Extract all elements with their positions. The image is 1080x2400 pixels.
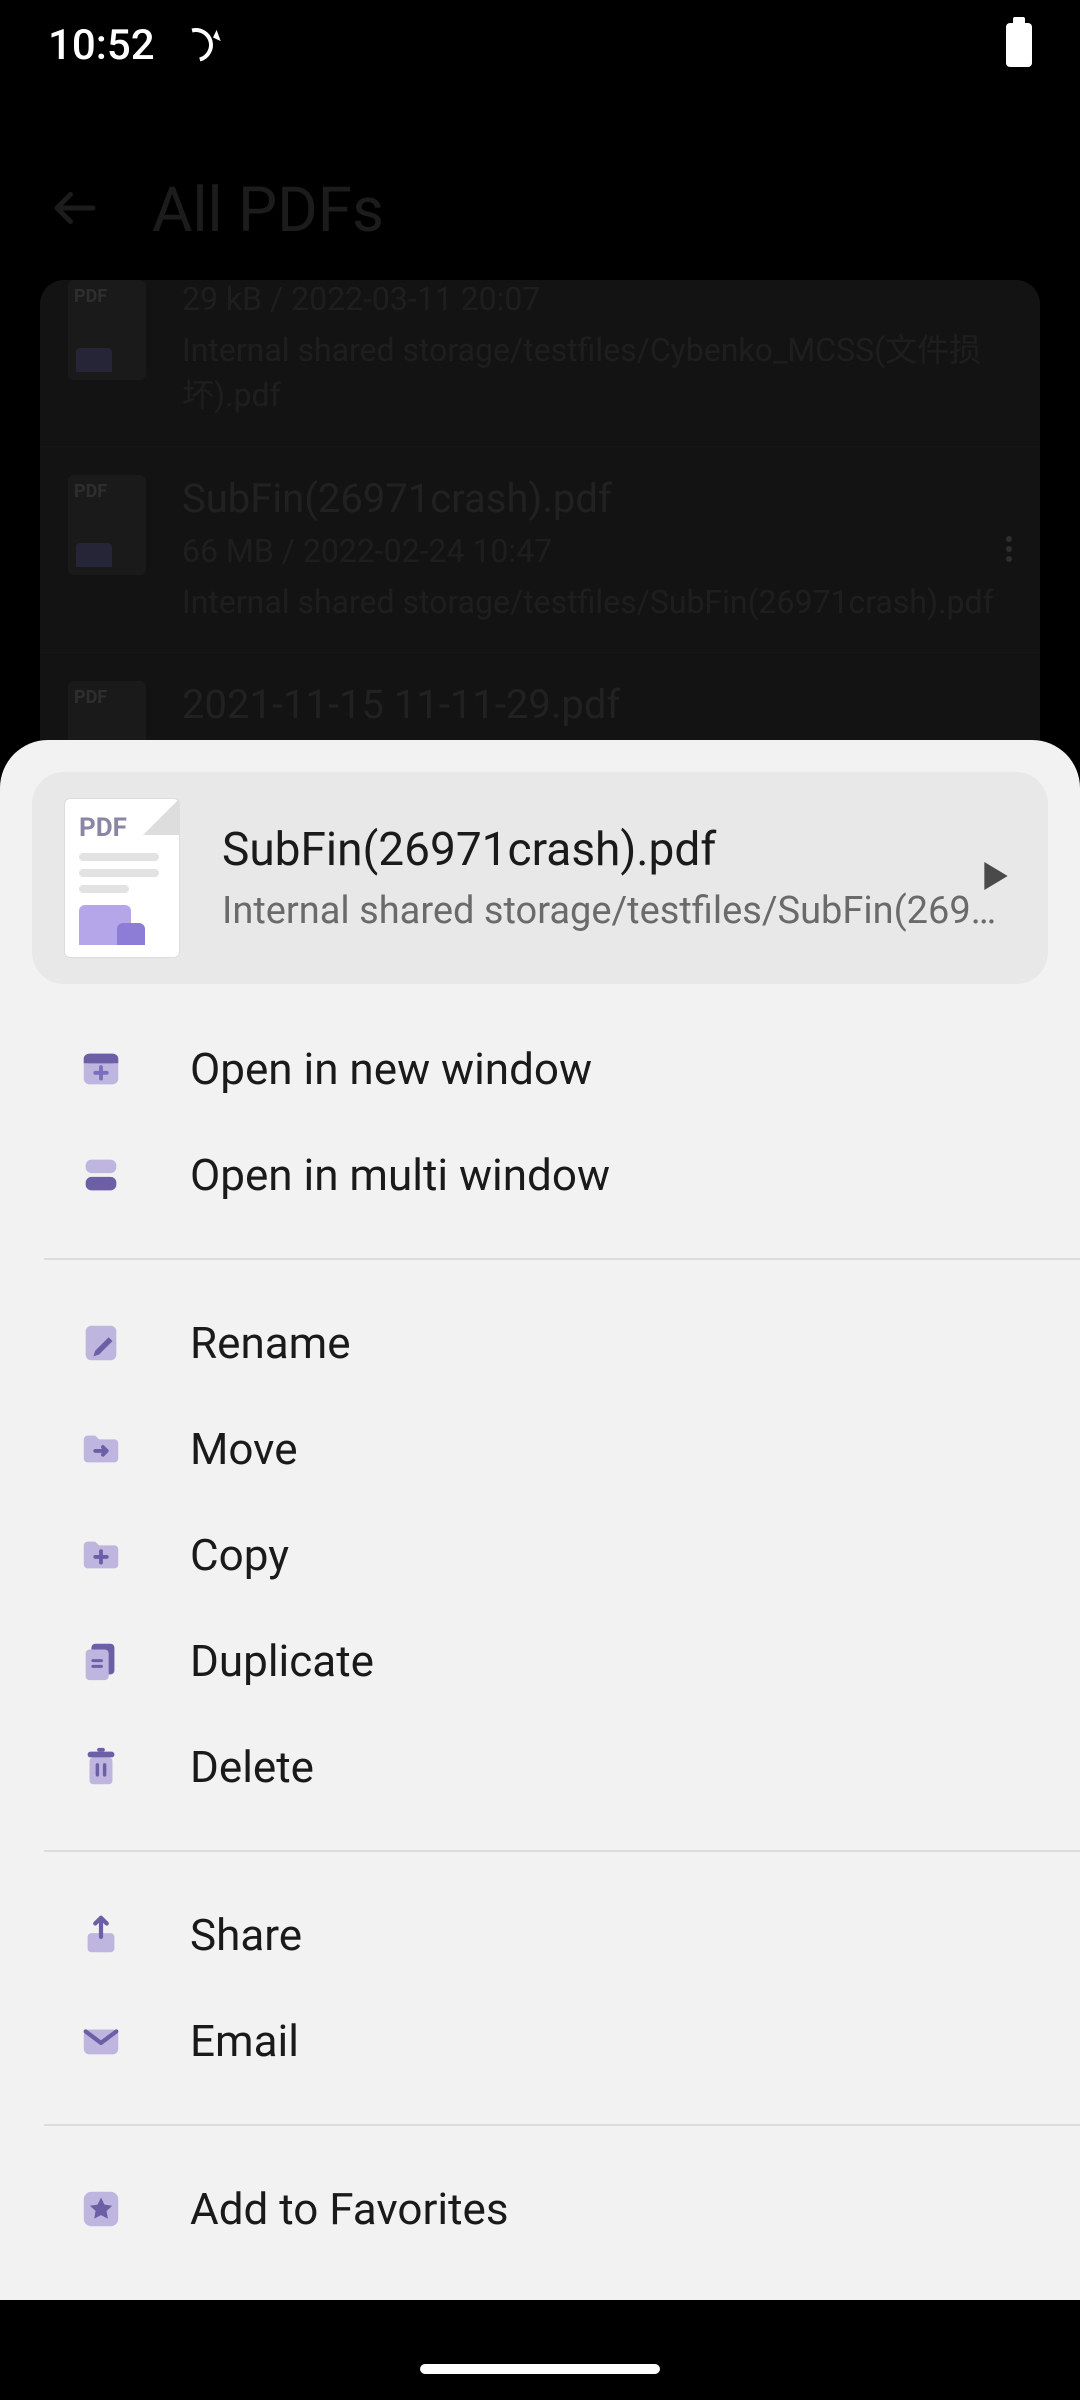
menu-rename[interactable]: Rename xyxy=(0,1290,1080,1396)
menu-label: Open in new window xyxy=(190,1043,592,1095)
move-icon xyxy=(78,1426,124,1472)
menu-open-new-window[interactable]: Open in new window xyxy=(0,1016,1080,1122)
menu-copy[interactable]: Copy xyxy=(0,1502,1080,1608)
menu-label: Email xyxy=(190,2015,299,2067)
bottom-sheet: PDF SubFin(26971crash).pdf Internal shar… xyxy=(0,740,1080,2300)
sheet-file-path: Internal shared storage/testfiles/SubFin… xyxy=(222,889,1008,933)
battery-icon xyxy=(1006,23,1032,67)
menu-label: Add to Favorites xyxy=(190,2183,509,2235)
menu-divider xyxy=(44,1258,1080,1260)
menu-divider xyxy=(44,2124,1080,2126)
menu-delete[interactable]: Delete xyxy=(0,1714,1080,1820)
menu-label: Open in multi window xyxy=(190,1149,610,1201)
home-indicator[interactable] xyxy=(420,2364,660,2374)
email-icon xyxy=(78,2018,124,2064)
chevron-right-icon xyxy=(984,862,1008,894)
menu-share[interactable]: Share xyxy=(0,1882,1080,1988)
status-right xyxy=(1006,23,1032,67)
sheet-file-name: SubFin(26971crash).pdf xyxy=(222,823,1008,877)
share-icon xyxy=(78,1912,124,1958)
duplicate-icon xyxy=(78,1638,124,1684)
pdf-thumb-icon: PDF xyxy=(64,798,180,958)
rename-icon xyxy=(78,1320,124,1366)
menu-label: Share xyxy=(190,1909,302,1961)
menu-divider xyxy=(44,1850,1080,1852)
status-bar: 10:52 xyxy=(0,0,1080,90)
sheet-file-header[interactable]: PDF SubFin(26971crash).pdf Internal shar… xyxy=(32,772,1048,984)
action-menu: Open in new window Open in multi window … xyxy=(0,1016,1080,2300)
menu-duplicate[interactable]: Duplicate xyxy=(0,1608,1080,1714)
menu-move[interactable]: Move xyxy=(0,1396,1080,1502)
menu-label: Rename xyxy=(190,1317,351,1369)
sheet-header-texts: SubFin(26971crash).pdf Internal shared s… xyxy=(222,823,1008,933)
status-left: 10:52 xyxy=(48,21,213,70)
menu-label: Duplicate xyxy=(190,1635,374,1687)
menu-label: Move xyxy=(190,1423,298,1475)
star-icon xyxy=(78,2186,124,2232)
new-window-icon xyxy=(78,1046,124,1092)
menu-label: Delete xyxy=(190,1741,314,1793)
menu-add-favorites[interactable]: Add to Favorites xyxy=(0,2156,1080,2262)
menu-label: Copy xyxy=(190,1529,289,1581)
sync-icon xyxy=(172,22,218,68)
menu-open-multi-window[interactable]: Open in multi window xyxy=(0,1122,1080,1228)
menu-email[interactable]: Email xyxy=(0,1988,1080,2094)
delete-icon xyxy=(78,1744,124,1790)
multi-window-icon xyxy=(78,1152,124,1198)
copy-icon xyxy=(78,1532,124,1578)
status-time: 10:52 xyxy=(48,21,155,70)
